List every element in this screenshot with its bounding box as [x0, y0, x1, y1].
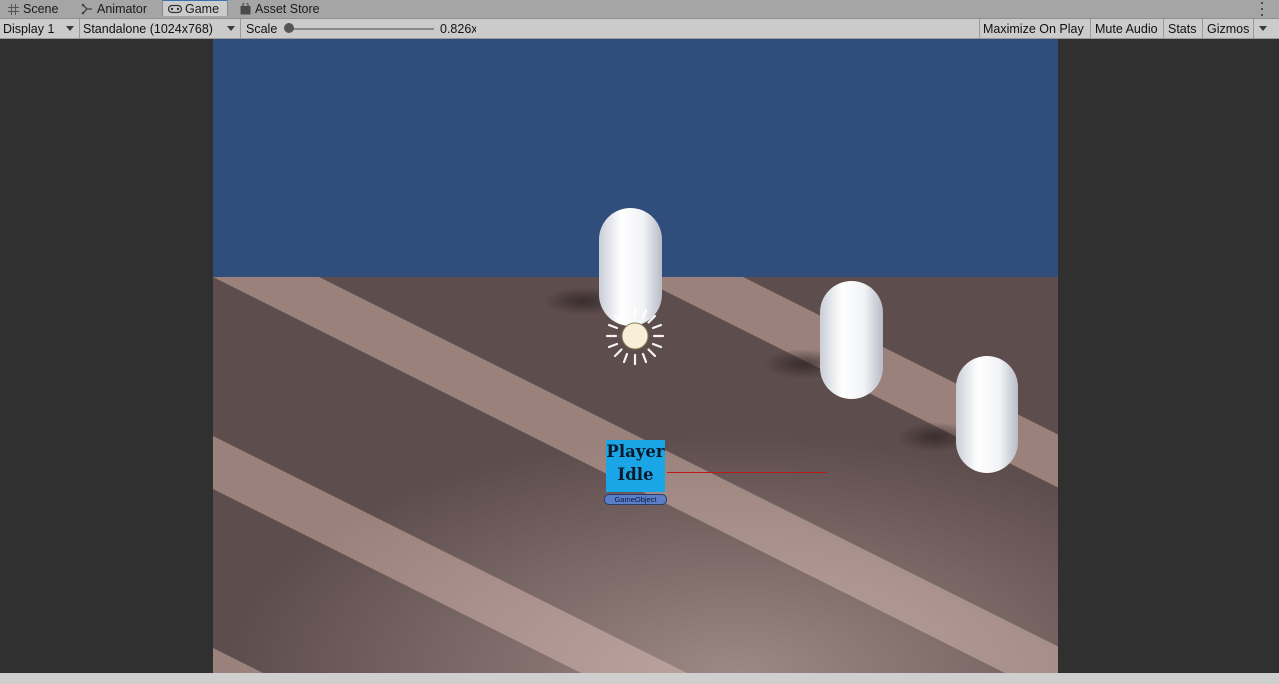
- scale-slider-handle[interactable]: [284, 23, 294, 33]
- capsule: [956, 356, 1018, 473]
- more-options-icon[interactable]: [1261, 2, 1265, 16]
- toolbar-divider: [1202, 19, 1203, 38]
- gamepad-icon: [168, 2, 182, 16]
- player-state-label: Player Idle: [606, 440, 665, 492]
- gizmos-chevron-down-icon[interactable]: [1259, 26, 1267, 31]
- scale-value: 0.826x: [440, 19, 476, 38]
- display-chevron-down-icon: [66, 26, 74, 31]
- game-view-toolbar: Display 1 Standalone (1024x768) Scale 0.…: [0, 19, 1279, 39]
- tab-asset-store[interactable]: Asset Store: [238, 0, 320, 18]
- scene-render: [213, 39, 1058, 673]
- mute-audio-toggle[interactable]: Mute Audio: [1095, 19, 1158, 38]
- gameobject-tag: GameObject: [604, 494, 667, 505]
- scale-value-text: 0.826x: [440, 21, 476, 36]
- unity-game-window: Scene Animator Game Asset Store Display …: [0, 0, 1279, 684]
- grid-icon: [6, 2, 20, 16]
- capsule: [820, 281, 883, 399]
- maximize-on-play-toggle[interactable]: Maximize On Play: [983, 19, 1084, 38]
- toolbar-divider: [79, 19, 80, 38]
- toolbar-divider: [1090, 19, 1091, 38]
- gameobject-tag-text: GameObject: [614, 495, 657, 504]
- display-dropdown[interactable]: Display 1: [3, 19, 75, 38]
- tab-animator-label: Animator: [97, 2, 148, 16]
- tab-scene[interactable]: Scene: [6, 0, 58, 18]
- player-label-line1: Player: [606, 442, 665, 461]
- toolbar-divider: [240, 19, 241, 38]
- resolution-dropdown-label: Standalone (1024x768): [83, 21, 213, 36]
- capsule: [599, 208, 662, 326]
- toolbar-divider: [979, 19, 980, 38]
- gizmos-toggle[interactable]: Gizmos: [1207, 19, 1249, 38]
- tab-asset-store-label: Asset Store: [255, 2, 320, 16]
- bottom-panel-strip: [0, 673, 1279, 684]
- game-viewport[interactable]: Player Idle GameObject: [213, 39, 1058, 673]
- tab-game-label: Game: [185, 1, 220, 16]
- game-view-area: Player Idle GameObject: [0, 39, 1279, 673]
- maximize-on-play-label: Maximize On Play: [983, 21, 1084, 36]
- gizmos-label: Gizmos: [1207, 21, 1250, 36]
- toolbar-divider: [1253, 19, 1254, 38]
- stats-label: Stats: [1168, 21, 1197, 36]
- tab-animator[interactable]: Animator: [80, 0, 147, 18]
- gizmo-axis-line: [667, 472, 827, 473]
- display-dropdown-label: Display 1: [3, 21, 55, 36]
- mute-audio-label: Mute Audio: [1095, 21, 1158, 36]
- tab-game[interactable]: Game: [162, 0, 229, 16]
- scale-label-text: Scale: [246, 21, 278, 36]
- player-label-line2: Idle: [617, 465, 654, 484]
- tab-scene-label: Scene: [23, 2, 59, 16]
- resolution-chevron-down-icon: [227, 26, 235, 31]
- sun-icon: [605, 306, 665, 366]
- resolution-dropdown[interactable]: Standalone (1024x768): [83, 19, 238, 38]
- store-bag-icon: [238, 2, 252, 16]
- stats-toggle[interactable]: Stats: [1168, 19, 1197, 38]
- scale-slider-track[interactable]: [290, 28, 434, 30]
- animator-icon: [80, 2, 94, 16]
- editor-tab-strip: Scene Animator Game Asset Store: [0, 0, 1279, 19]
- scale-label: Scale: [246, 19, 277, 38]
- toolbar-divider: [1163, 19, 1164, 38]
